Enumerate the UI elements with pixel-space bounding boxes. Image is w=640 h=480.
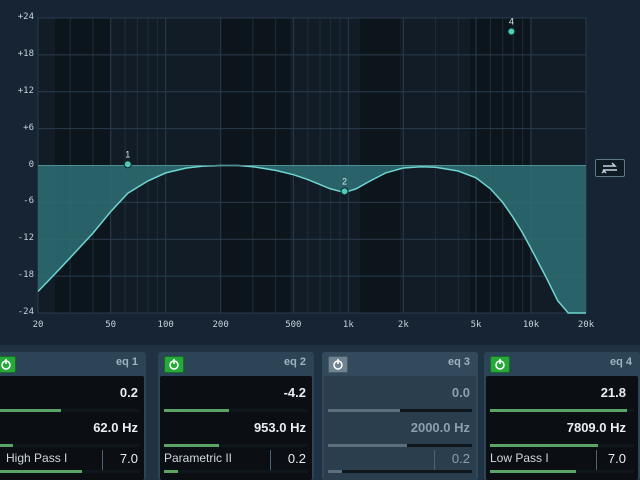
- x-tick-label: 20: [32, 320, 44, 330]
- gain-value[interactable]: 0.0: [452, 385, 470, 400]
- band-panel-eq4: eq 4 21.8 7809.0 Hz Low Pass I 7.0: [484, 352, 640, 480]
- y-tick-label: +24: [17, 12, 34, 22]
- y-tick-label: +6: [23, 122, 34, 133]
- q-value[interactable]: 7.0: [608, 451, 626, 466]
- freq-slider[interactable]: [490, 444, 634, 447]
- y-tick-label: -24: [17, 307, 34, 317]
- freq-slider-fill: [164, 444, 219, 447]
- gain-value[interactable]: 21.8: [601, 385, 626, 400]
- band-node-label: 1: [125, 149, 130, 159]
- filter-type-select[interactable]: High Pass I: [6, 451, 67, 465]
- freq-slider[interactable]: [0, 444, 140, 447]
- filter-type-select[interactable]: Parametric II: [164, 451, 232, 465]
- freq-value[interactable]: 953.0 Hz: [254, 420, 306, 435]
- band-panel-eq3: eq 3 0.0 2000.0 Hz 0.2: [322, 352, 478, 480]
- freq-value[interactable]: 62.0 Hz: [93, 420, 138, 435]
- q-slider[interactable]: [328, 470, 472, 473]
- band-title: eq 3: [447, 356, 470, 368]
- band-node-label: 2: [342, 176, 347, 186]
- q-slider[interactable]: [490, 470, 634, 473]
- power-button-eq3[interactable]: [328, 356, 348, 373]
- gain-slider[interactable]: [490, 409, 634, 412]
- gain-value[interactable]: 0.2: [120, 385, 138, 400]
- q-slider[interactable]: [0, 470, 140, 473]
- x-tick-label: 10k: [522, 320, 540, 330]
- q-slider-fill: [164, 470, 179, 473]
- band-title: eq 4: [609, 356, 632, 368]
- divider: [270, 450, 271, 470]
- power-icon: [333, 359, 343, 370]
- q-slider-fill: [0, 470, 83, 473]
- q-slider-fill: [490, 470, 577, 473]
- band-node-4[interactable]: [507, 27, 516, 36]
- x-tick-label: 1k: [342, 320, 354, 330]
- band-node-label: 4: [509, 17, 514, 27]
- band-node-2[interactable]: [340, 187, 349, 196]
- gain-slider-fill: [164, 409, 229, 412]
- y-tick-label: -12: [17, 233, 34, 244]
- gain-slider-fill: [328, 409, 400, 412]
- freq-value[interactable]: 2000.0 Hz: [411, 420, 470, 435]
- power-icon: [169, 359, 179, 370]
- q-value[interactable]: 0.2: [452, 451, 470, 466]
- power-button-eq1[interactable]: [0, 356, 16, 373]
- freq-slider-fill: [0, 444, 14, 447]
- filter-type-select[interactable]: Low Pass I: [490, 451, 549, 465]
- x-tick-label: 20k: [577, 320, 595, 330]
- x-tick-label: 500: [285, 320, 302, 330]
- band-title: eq 2: [283, 356, 306, 368]
- y-tick-label: -6: [23, 196, 34, 207]
- x-tick-label: 200: [212, 320, 229, 330]
- q-value[interactable]: 7.0: [120, 451, 138, 466]
- link-arrows-icon: [601, 162, 617, 174]
- eq-graph[interactable]: 1 2 4 +24 +18 +12 +6 0 -6 -12 -18 -24 20 50 100 200 50…: [0, 0, 640, 345]
- divider: [434, 450, 435, 470]
- freq-slider[interactable]: [164, 444, 308, 447]
- gain-slider-fill: [0, 409, 61, 412]
- band-panel-eq1: eq 1 0.2 62.0 Hz High Pass I 7.0: [0, 352, 146, 480]
- y-tick-label: 0: [28, 159, 34, 170]
- band-title: eq 1: [115, 356, 138, 368]
- power-button-eq4[interactable]: [490, 356, 510, 373]
- freq-slider-fill: [490, 444, 598, 447]
- q-value[interactable]: 0.2: [288, 451, 306, 466]
- divider: [596, 450, 597, 470]
- freq-value[interactable]: 7809.0 Hz: [567, 420, 626, 435]
- x-tick-label: 100: [157, 320, 174, 330]
- x-tick-label: 2k: [397, 320, 409, 330]
- gain-slider[interactable]: [0, 409, 140, 412]
- y-tick-label: -18: [17, 270, 34, 281]
- y-tick-label: +18: [17, 48, 34, 59]
- band-node-1[interactable]: [123, 160, 132, 169]
- y-tick-label: +12: [17, 85, 34, 96]
- eq-curve-display[interactable]: 1 2 4: [0, 0, 640, 345]
- gain-slider-fill: [490, 409, 627, 412]
- gain-value[interactable]: -4.2: [284, 385, 306, 400]
- band-panel-eq2: eq 2 -4.2 953.0 Hz Parametric II 0.2: [158, 352, 314, 480]
- x-tick-label: 5k: [470, 320, 482, 330]
- freq-slider-fill: [328, 444, 408, 447]
- q-slider[interactable]: [164, 470, 308, 473]
- q-slider-fill: [328, 470, 343, 473]
- gain-slider[interactable]: [328, 409, 472, 412]
- link-toggle-button[interactable]: [595, 159, 625, 177]
- freq-slider[interactable]: [328, 444, 472, 447]
- power-icon: [1, 359, 11, 370]
- power-icon: [495, 359, 505, 370]
- gain-slider[interactable]: [164, 409, 308, 412]
- x-tick-label: 50: [105, 320, 117, 330]
- power-button-eq2[interactable]: [164, 356, 184, 373]
- divider: [102, 450, 103, 470]
